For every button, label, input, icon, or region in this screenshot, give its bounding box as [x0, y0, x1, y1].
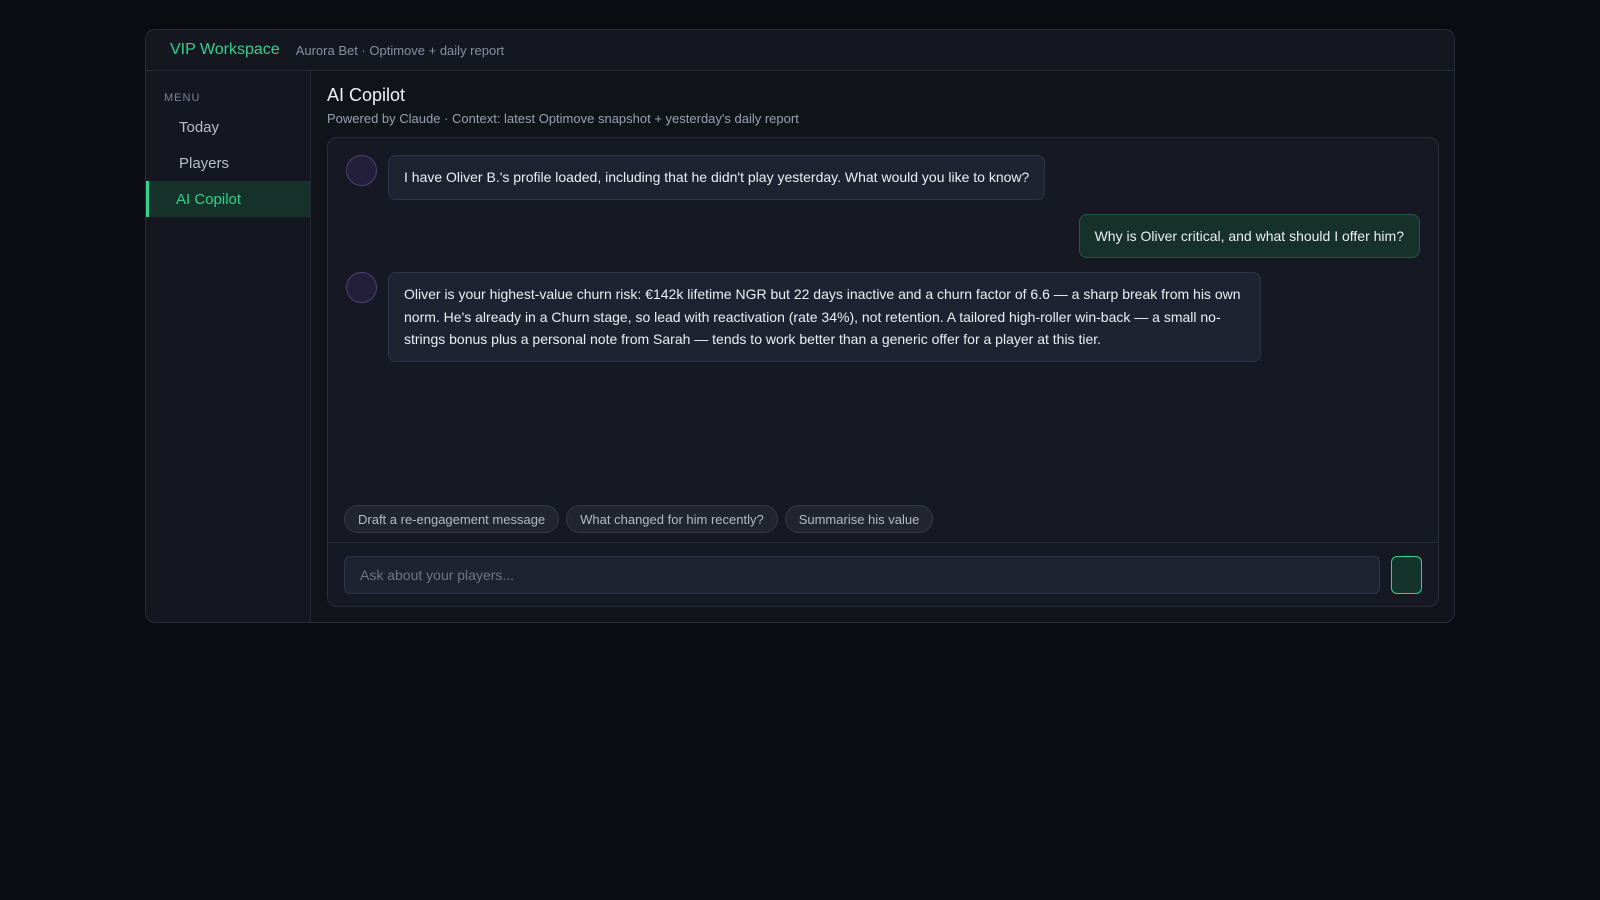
message-list[interactable]: I have Oliver B.'s profile loaded, inclu…: [328, 138, 1438, 542]
suggestion-chips: Draft a re-engagement message What chang…: [344, 505, 934, 533]
brand-title[interactable]: VIP Workspace: [170, 41, 280, 59]
top-bar: VIP Workspace Aurora Bet · Optimove + da…: [146, 30, 1454, 71]
message-composer: [328, 542, 1438, 606]
menu-label: MENU: [164, 92, 201, 104]
message-row-user: Why is Oliver critical, and what should …: [346, 213, 1420, 258]
message-row-assistant: I have Oliver B.'s profile loaded, inclu…: [346, 155, 1420, 200]
org-context: Aurora Bet · Optimove + daily report: [295, 42, 505, 58]
main-content: AI Copilot Powered by Claude · Context: …: [311, 71, 1454, 622]
app-body: MENU Today Players AI Copilot AI Copilot…: [146, 71, 1454, 622]
assistant-message: I have Oliver B.'s profile loaded, inclu…: [388, 155, 1046, 200]
page-title: AI Copilot: [327, 85, 406, 105]
assistant-avatar: [346, 272, 377, 303]
chat-panel: I have Oliver B.'s profile loaded, inclu…: [327, 137, 1439, 607]
sidebar-item-today[interactable]: Today: [146, 109, 310, 145]
app-window: VIP Workspace Aurora Bet · Optimove + da…: [145, 29, 1455, 623]
sidebar-item-ai-copilot[interactable]: AI Copilot: [146, 181, 310, 217]
sidebar: MENU Today Players AI Copilot: [146, 71, 311, 622]
chat-input[interactable]: [344, 555, 1380, 594]
assistant-message: Oliver is your highest-value churn risk:…: [388, 272, 1261, 362]
message-row-assistant: Oliver is your highest-value churn risk:…: [346, 272, 1420, 362]
sidebar-item-players[interactable]: Players: [146, 145, 310, 181]
send-button[interactable]: [1391, 555, 1422, 594]
page-subtitle: Powered by Claude · Context: latest Opti…: [327, 111, 799, 126]
suggestion-chip-draft-message[interactable]: Draft a re-engagement message: [344, 505, 560, 533]
suggestion-chip-what-changed[interactable]: What changed for him recently?: [566, 505, 778, 533]
user-message: Why is Oliver critical, and what should …: [1078, 213, 1420, 258]
assistant-avatar: [346, 155, 377, 186]
suggestion-chip-summarise-value[interactable]: Summarise his value: [784, 505, 934, 533]
